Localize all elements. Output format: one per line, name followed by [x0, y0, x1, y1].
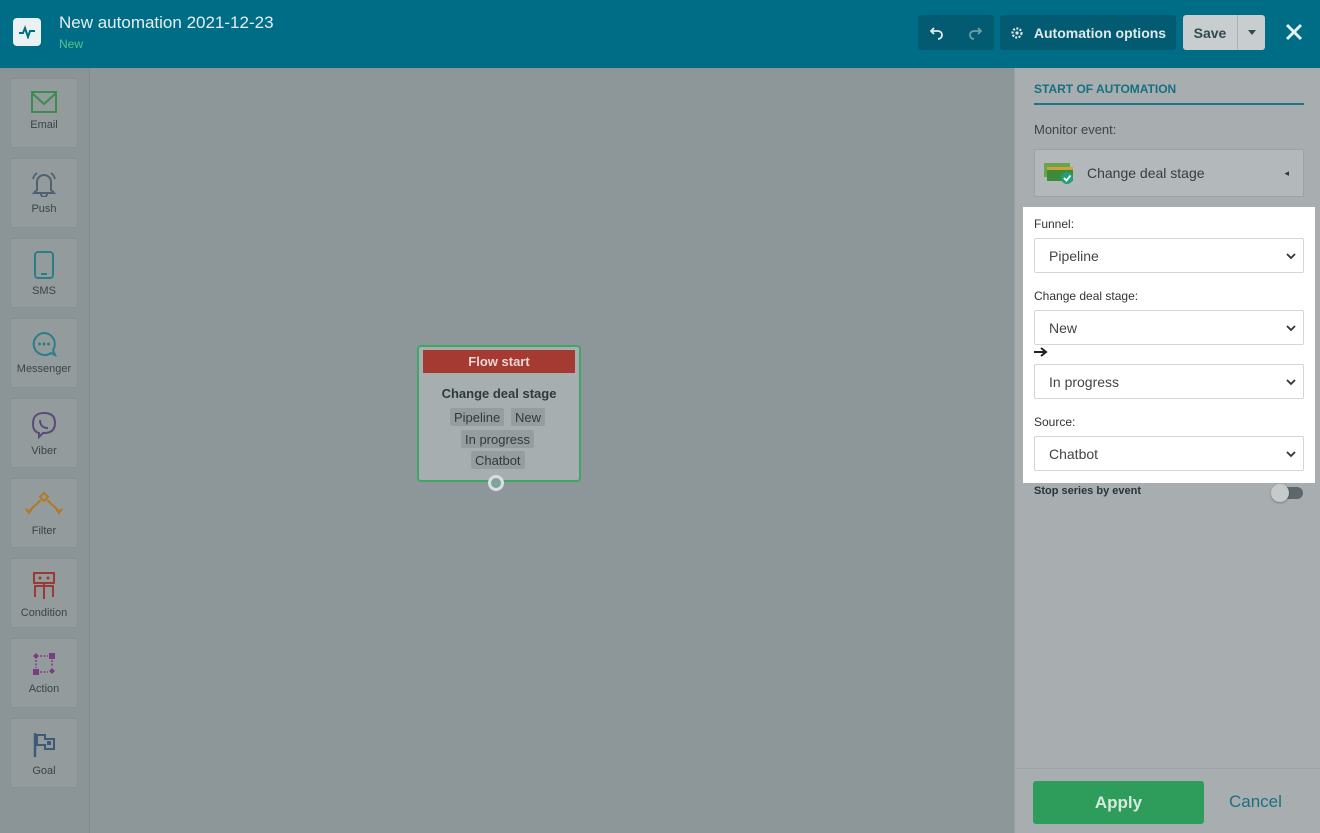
- funnel-value: Pipeline: [1049, 247, 1099, 264]
- tool-filter[interactable]: Filter: [10, 478, 78, 548]
- tool-push[interactable]: Push: [10, 158, 78, 228]
- tool-label: Goal: [32, 765, 56, 777]
- chat-bubble-icon: [32, 331, 57, 357]
- settings-panel: START OF AUTOMATION Monitor event: Chang…: [1014, 68, 1320, 833]
- stage-to-value: In progress: [1049, 373, 1120, 390]
- stop-series-toggle[interactable]: [1271, 484, 1303, 502]
- tool-label: SMS: [32, 285, 56, 297]
- caret-left-icon: ◂: [1284, 168, 1289, 178]
- undo-button[interactable]: [918, 15, 956, 50]
- action-icon: [33, 653, 55, 675]
- apply-button[interactable]: Apply: [1033, 781, 1204, 824]
- tool-sms[interactable]: SMS: [10, 238, 78, 308]
- monitor-event-label: Monitor event:: [1034, 122, 1117, 137]
- flag-icon: [33, 733, 55, 757]
- node-header: Flow start: [423, 350, 575, 373]
- automation-status: New: [59, 37, 84, 51]
- smartphone-icon: [34, 251, 54, 279]
- chevron-down-icon: [1286, 253, 1296, 260]
- redo-icon: [969, 26, 982, 40]
- tool-label: Email: [30, 119, 58, 131]
- node-tag-source: Chatbot: [471, 451, 525, 469]
- automation-logo-icon: [13, 18, 41, 46]
- tool-label: Filter: [31, 525, 57, 537]
- tool-label: Viber: [31, 445, 57, 457]
- redo-button[interactable]: [956, 15, 994, 50]
- gear-icon: [1011, 26, 1023, 39]
- chevron-down-icon: [1286, 325, 1296, 332]
- stage-from-value: New: [1049, 319, 1078, 336]
- save-button[interactable]: Save: [1183, 15, 1237, 50]
- condition-icon: [33, 572, 55, 599]
- change-deal-stage-label: Change deal stage:: [1034, 289, 1139, 303]
- close-icon: [1285, 23, 1303, 41]
- tool-label: Action: [28, 683, 60, 695]
- funnel-label: Funnel:: [1034, 217, 1075, 231]
- deal-money-check-icon: [1044, 163, 1073, 184]
- filter-icon: [25, 491, 63, 515]
- undo-icon: [930, 26, 943, 40]
- node-tag-stage-from: New: [511, 408, 546, 426]
- viber-icon: [31, 411, 57, 439]
- bell-icon: [31, 172, 57, 197]
- node-title: Change deal stage: [441, 386, 557, 401]
- flow-start-node[interactable]: Flow start Change deal stage Pipeline Ne…: [417, 345, 581, 491]
- tool-label: Messenger: [16, 363, 72, 375]
- chevron-down-icon: [1286, 379, 1296, 386]
- node-tag-stage-to: In progress: [461, 430, 535, 448]
- stage-from-select[interactable]: New: [1034, 310, 1304, 345]
- tool-goal[interactable]: Goal: [10, 718, 78, 788]
- automation-title[interactable]: New automation 2021-12-23: [59, 13, 274, 33]
- node-output-port[interactable]: [488, 475, 504, 491]
- tool-action[interactable]: Action: [10, 638, 78, 708]
- panel-footer: Apply Cancel: [1015, 768, 1320, 833]
- cancel-button[interactable]: Cancel: [1229, 792, 1282, 812]
- tool-condition[interactable]: Condition: [10, 558, 78, 628]
- close-button[interactable]: [1282, 20, 1306, 44]
- source-value: Chatbot: [1049, 445, 1099, 462]
- source-label: Source:: [1034, 415, 1076, 429]
- tool-label: Condition: [20, 607, 68, 619]
- monitor-event-select[interactable]: Change deal stage ◂: [1034, 149, 1304, 197]
- node-tag-funnel: Pipeline: [450, 408, 505, 426]
- tool-label: Push: [31, 203, 57, 215]
- envelope-icon: [31, 91, 57, 113]
- tool-email[interactable]: Email: [10, 78, 78, 148]
- stage-to-select[interactable]: In progress: [1034, 364, 1304, 399]
- arrow-right-icon: [1034, 347, 1048, 357]
- source-select[interactable]: Chatbot: [1034, 436, 1304, 471]
- caret-down-icon: [1247, 30, 1256, 35]
- automation-options-label: Automation options: [1033, 24, 1167, 41]
- chevron-down-icon: [1286, 451, 1296, 458]
- top-header: New automation 2021-12-23 New Automation…: [0, 0, 1320, 68]
- funnel-select[interactable]: Pipeline: [1034, 238, 1304, 273]
- tool-viber[interactable]: Viber: [10, 398, 78, 468]
- monitor-event-value: Change deal stage: [1087, 165, 1205, 181]
- tool-sidebar: Email Push SMS Messenger Viber Filter Co…: [0, 68, 90, 833]
- tool-messenger[interactable]: Messenger: [10, 318, 78, 388]
- panel-heading: START OF AUTOMATION: [1034, 82, 1304, 105]
- toggle-knob: [1271, 484, 1289, 502]
- stop-series-label: Stop series by event: [1034, 485, 1141, 497]
- save-dropdown-button[interactable]: [1237, 15, 1265, 50]
- trigger-form: Funnel: Pipeline Change deal stage: New …: [1023, 207, 1315, 483]
- automation-options-button[interactable]: Automation options: [1000, 15, 1176, 50]
